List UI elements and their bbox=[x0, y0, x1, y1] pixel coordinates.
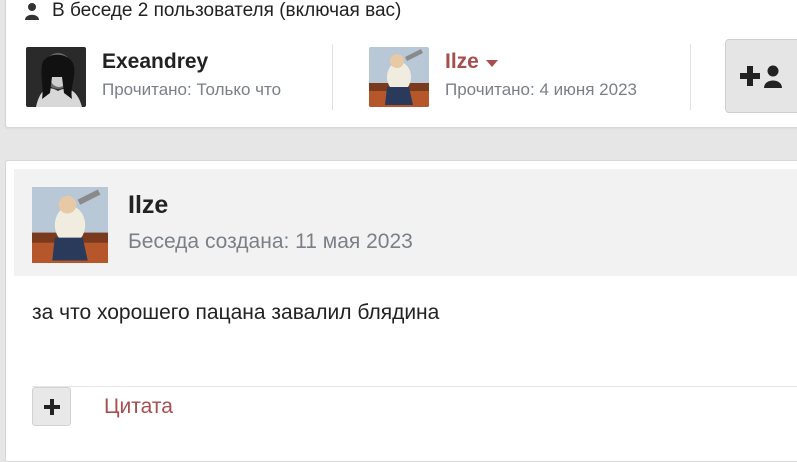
participant-name-with-menu[interactable]: Ilze bbox=[445, 50, 498, 74]
multi-quote-button[interactable] bbox=[32, 387, 71, 426]
participant-name[interactable]: Exeandrey bbox=[102, 50, 208, 74]
invite-participant-button[interactable] bbox=[725, 39, 797, 113]
participants-panel: В беседе 2 пользователя (включая вас) Ex… bbox=[5, 0, 797, 128]
message-author[interactable]: Ilze bbox=[128, 191, 168, 220]
divider bbox=[332, 44, 333, 110]
plus-icon bbox=[43, 398, 60, 415]
read-status: Прочитано: 4 июня 2023 bbox=[445, 80, 638, 99]
add-user-icon bbox=[740, 65, 782, 88]
avatar[interactable] bbox=[26, 47, 86, 107]
divider bbox=[32, 386, 797, 387]
divider bbox=[690, 44, 691, 110]
message-card: Ilze Беседа создана: 11 мая 2023 за что … bbox=[5, 160, 797, 462]
participants-count-text: В беседе 2 пользователя (включая вас) bbox=[52, 0, 402, 21]
read-status: Прочитано: Только что bbox=[102, 80, 282, 99]
avatar[interactable] bbox=[369, 47, 429, 107]
author-avatar[interactable] bbox=[32, 187, 108, 263]
participant-name[interactable]: Ilze bbox=[445, 50, 479, 74]
quote-link[interactable]: Цитата bbox=[104, 395, 173, 419]
chevron-down-icon[interactable] bbox=[485, 59, 498, 67]
user-icon bbox=[25, 3, 39, 20]
participants-header: В беседе 2 пользователя (включая вас) bbox=[24, 0, 401, 24]
message-body: за что хорошего пацана завалил блядина bbox=[32, 301, 440, 324]
message-header: Ilze Беседа создана: 11 мая 2023 bbox=[14, 169, 797, 276]
conversation-created: Беседа создана: 11 мая 2023 bbox=[128, 230, 413, 253]
